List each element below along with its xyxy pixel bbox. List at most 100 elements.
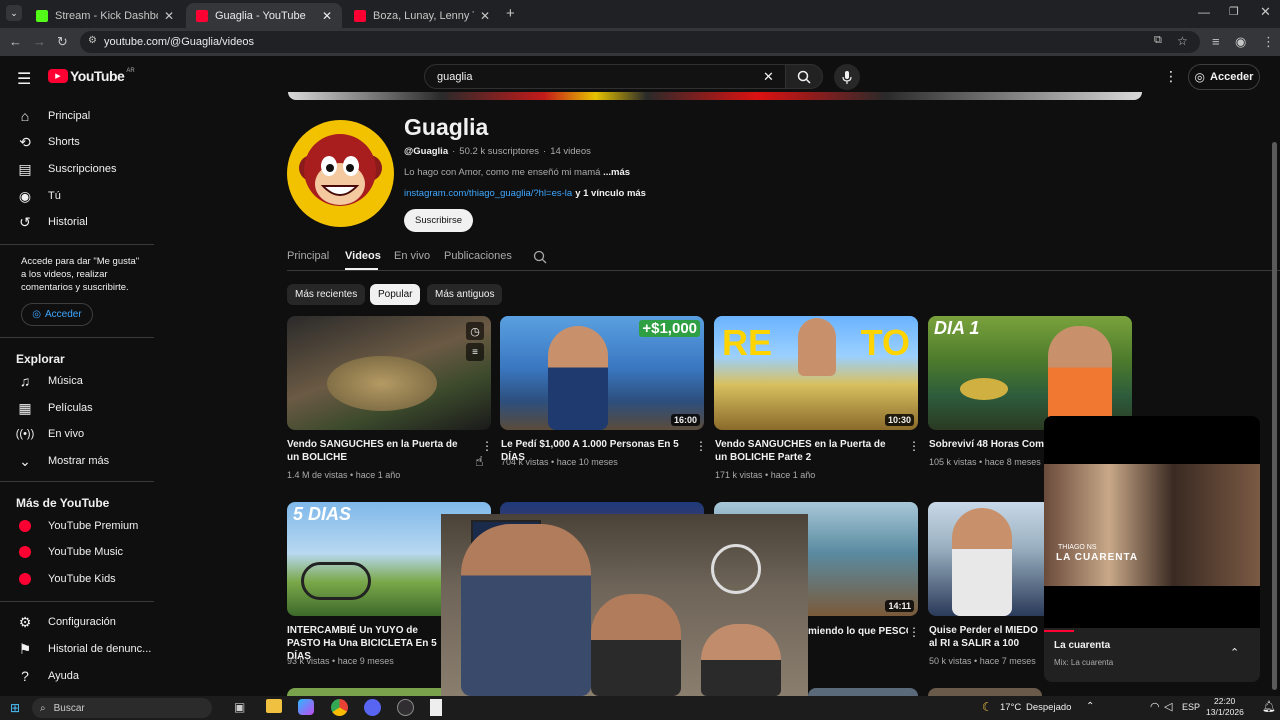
app-icon[interactable]	[430, 699, 442, 716]
video-thumbnail[interactable]	[928, 688, 1042, 696]
sidebar-item-premium[interactable]: YouTube Premium	[0, 513, 156, 539]
filter-popular[interactable]: Popular	[370, 284, 421, 305]
sidebar-item-suscripciones[interactable]: ▤ Suscripciones	[0, 156, 156, 182]
taskbar-search[interactable]: ⌕ Buscar	[32, 698, 212, 718]
video-menu-icon[interactable]: ⋮	[481, 439, 493, 453]
notifications-bell-icon[interactable]: 🔔︎	[1262, 700, 1276, 713]
tab-videos[interactable]: Videos	[345, 250, 381, 262]
video-menu-icon[interactable]: ⋮	[908, 625, 920, 639]
more-link[interactable]: ...más	[603, 167, 630, 178]
video-thumbnail[interactable]: DIA 1	[928, 316, 1132, 430]
video-title[interactable]: Vendo SANGUCHES en la Puerta de un BOLIC…	[715, 438, 900, 464]
filter-mas-antiguos[interactable]: Más antiguos	[427, 284, 503, 305]
browser-tab-youtube[interactable]: Guaglia - YouTube ✕	[186, 3, 342, 28]
browser-tab-music[interactable]: Boza, Lunay, Lenny Tavárez, Juli ✕	[344, 3, 500, 28]
video-thumbnail[interactable]	[808, 688, 918, 696]
reload-icon[interactable]: ↻	[57, 34, 68, 50]
sidebar-item-peliculas[interactable]: ▦ Películas	[0, 395, 156, 421]
expand-chevron-up-icon[interactable]: ⌃	[1230, 646, 1239, 659]
video-thumbnail[interactable]: RE TO 10:30	[714, 316, 918, 430]
video-thumbnail[interactable]: +$1,000 16:00	[500, 316, 704, 430]
add-to-queue-icon[interactable]: ≡	[466, 343, 484, 361]
install-app-icon[interactable]: ⧉	[1154, 34, 1162, 47]
restore-icon[interactable]: ❐	[1229, 5, 1239, 18]
history-icon: ↺	[19, 213, 31, 230]
tray-chevron-icon[interactable]: ⌃	[1086, 701, 1094, 712]
copilot-icon[interactable]	[298, 699, 314, 715]
subscribe-button[interactable]: Suscribirse	[404, 209, 473, 232]
video-thumbnail[interactable]: ◷ ≡	[287, 316, 491, 430]
video-menu-icon[interactable]: ⋮	[695, 439, 707, 453]
hamburger-menu-icon[interactable]: ☰	[17, 69, 31, 89]
close-tab-icon[interactable]: ✕	[480, 9, 490, 23]
search-input[interactable]: guaglia ✕	[424, 64, 786, 89]
volume-icon[interactable]: ◁	[1164, 700, 1172, 713]
sidebar-item-configuracion[interactable]: ⚙ Configuración	[0, 609, 156, 635]
video-meta: 93 k vistas • hace 9 meses	[287, 656, 394, 666]
close-window-icon[interactable]: ✕	[1260, 4, 1271, 20]
back-icon[interactable]: ←	[9, 34, 22, 49]
sidebar-item-en-vivo[interactable]: ((•)) En vivo	[0, 421, 156, 447]
tab-search-icon[interactable]: ⌄	[6, 5, 22, 21]
browser-tab-kick[interactable]: Stream - Kick Dashboard ✕	[26, 3, 184, 28]
miniplayer[interactable]: THIAGO NS LA CUARENTA La cuarenta Mix: L…	[1044, 416, 1260, 682]
instagram-link[interactable]: instagram.com/thiago_guaglia/?hl=es-la	[404, 188, 572, 199]
watch-later-icon[interactable]: ◷	[466, 322, 484, 340]
sidebar-item-tu[interactable]: ◉ Tú	[0, 183, 156, 209]
sidebar-item-musica[interactable]: ♫ Música	[0, 368, 156, 394]
progress-bar[interactable]	[1044, 630, 1074, 632]
video-views: 50 k vistas	[929, 656, 972, 666]
bookmark-star-icon[interactable]: ☆	[1177, 34, 1188, 48]
channel-description[interactable]: Lo hago con Amor, como me enseñó mi mamá…	[404, 167, 630, 178]
tab-publicaciones[interactable]: Publicaciones	[444, 250, 512, 262]
you-icon: ◉	[18, 187, 32, 204]
sidebar-item-music[interactable]: YouTube Music	[0, 539, 156, 565]
close-tab-icon[interactable]: ✕	[164, 9, 174, 23]
profile-icon[interactable]: ◉	[1235, 34, 1246, 50]
video-title[interactable]: miendo lo que PESCO	[808, 625, 908, 638]
media-controls-icon[interactable]: ≡	[1212, 34, 1220, 49]
sidebar-signin-button[interactable]: ◎ Acceder	[21, 303, 93, 326]
wifi-icon[interactable]: ◠	[1150, 700, 1160, 713]
task-view-icon[interactable]: ▣	[234, 700, 245, 714]
language-indicator[interactable]: ESP	[1182, 702, 1200, 712]
search-button[interactable]	[785, 64, 823, 89]
sidebar-item-principal[interactable]: ⌂ Principal	[0, 103, 156, 129]
youtube-logo[interactable]: ▶ YouTube AR	[48, 68, 135, 84]
sign-in-button[interactable]: ◎ Acceder	[1188, 64, 1260, 90]
browser-menu-icon[interactable]: ⋮	[1262, 34, 1275, 50]
windows-start-icon[interactable]: ⊞	[10, 701, 20, 715]
sidebar-item-historial[interactable]: ↺ Historial	[0, 209, 156, 235]
sidebar-item-historial-denuncias[interactable]: ⚑ Historial de denunc...	[0, 636, 156, 662]
voice-search-button[interactable]	[834, 64, 860, 90]
sidebar-item-ayuda[interactable]: ? Ayuda	[0, 663, 156, 689]
clock-date[interactable]: 13/1/2026	[1206, 707, 1244, 717]
chrome-icon[interactable]	[331, 699, 348, 716]
discord-icon[interactable]	[364, 699, 381, 716]
sidebar-item-kids[interactable]: YouTube Kids	[0, 566, 156, 592]
close-tab-icon[interactable]: ✕	[322, 9, 332, 23]
site-info-icon[interactable]: ⚙	[88, 35, 97, 46]
tab-en-vivo[interactable]: En vivo	[394, 250, 430, 262]
forward-icon[interactable]: →	[33, 34, 46, 49]
tab-principal[interactable]: Principal	[287, 250, 329, 262]
file-explorer-icon[interactable]	[266, 699, 282, 713]
sidebar-item-shorts[interactable]: ⟲ Shorts	[0, 129, 156, 155]
new-tab-button[interactable]: +	[506, 5, 515, 22]
video-menu-icon[interactable]: ⋮	[908, 439, 920, 453]
sidebar-item-mostrar-mas[interactable]: ⌄ Mostrar más	[0, 448, 156, 474]
channel-search-icon[interactable]	[533, 250, 547, 269]
video-title[interactable]: Quise Perder el MIEDO al RI a SALIR a 10…	[929, 624, 1044, 650]
miniplayer-video[interactable]: THIAGO NS LA CUARENTA	[1044, 416, 1260, 632]
video-title[interactable]: Vendo SANGUCHES en la Puerta de un BOLIC…	[287, 438, 472, 464]
clock-time[interactable]: 22:20	[1214, 696, 1235, 706]
clear-search-icon[interactable]: ✕	[763, 69, 774, 85]
address-bar[interactable]: ⚙ youtube.com/@Guaglia/videos ⧉ ☆	[80, 31, 1200, 53]
minimize-icon[interactable]: —	[1198, 5, 1210, 19]
settings-menu-icon[interactable]: ⋮	[1164, 68, 1178, 85]
more-links[interactable]: y 1 vínculo más	[575, 188, 646, 199]
video-title[interactable]: Sobreviví 48 Horas Comien	[929, 438, 1044, 451]
filter-mas-recientes[interactable]: Más recientes	[287, 284, 366, 305]
obs-icon[interactable]	[397, 699, 414, 716]
scrollbar-thumb[interactable]	[1272, 142, 1277, 690]
